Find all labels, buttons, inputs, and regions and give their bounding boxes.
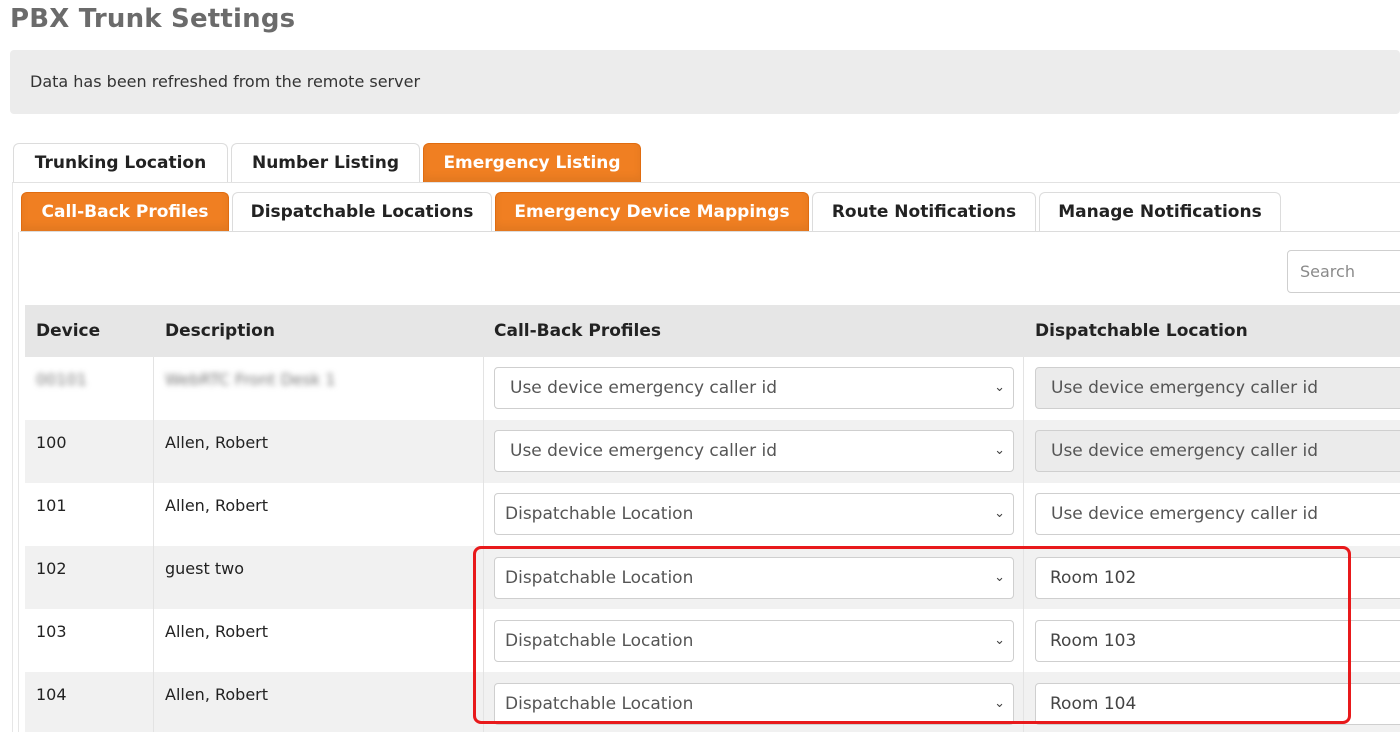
- chevron-down-icon: ⌄: [994, 506, 1005, 521]
- call-back-profile-select[interactable]: Dispatchable Location ⌄: [494, 557, 1014, 599]
- call-back-profile-select[interactable]: Dispatchable Location ⌄: [494, 620, 1014, 662]
- device-description: Allen, Robert: [165, 496, 269, 515]
- subtab-dispatchable-locations[interactable]: Dispatchable Locations: [232, 192, 492, 232]
- chevron-down-icon: ⌄: [994, 380, 1005, 395]
- column-header-call-back-profiles: Call-Back Profiles: [494, 321, 661, 341]
- tab-number-listing[interactable]: Number Listing: [231, 143, 420, 183]
- device-description: Allen, Robert: [165, 685, 269, 704]
- call-back-profile-select[interactable]: Use device emergency caller id ⌄: [494, 367, 1014, 409]
- top-tabs-divider: [12, 182, 1400, 183]
- chevron-down-icon: ⌄: [994, 570, 1005, 585]
- call-back-profile-select[interactable]: Use device emergency caller id ⌄: [494, 430, 1014, 472]
- table-row: 100 Allen, Robert Use device emergency c…: [25, 420, 1400, 483]
- dispatchable-location-input[interactable]: Room 104: [1035, 683, 1400, 725]
- tab-trunking-location[interactable]: Trunking Location: [13, 143, 228, 183]
- column-header-device: Device: [36, 321, 101, 341]
- table-row: 102 guest two Dispatchable Location ⌄ Roo…: [25, 546, 1400, 609]
- dispatchable-location-select: Use device emergency caller id: [1035, 430, 1400, 472]
- device-description: Allen, Robert: [165, 622, 269, 641]
- device-description: Allen, Robert: [165, 433, 269, 452]
- subpanel-border: [18, 232, 19, 732]
- device-id: 00101: [36, 370, 87, 389]
- chevron-down-icon: ⌄: [994, 443, 1005, 458]
- call-back-profile-select[interactable]: Dispatchable Location ⌄: [494, 683, 1014, 725]
- dispatchable-location-input[interactable]: Room 102: [1035, 557, 1400, 599]
- table-row: 00101 WebRTC Front Desk 1 Use device eme…: [25, 357, 1400, 420]
- column-header-description: Description: [165, 321, 275, 341]
- chevron-down-icon: ⌄: [994, 633, 1005, 648]
- sub-tabs-divider: [20, 231, 1400, 232]
- tab-emergency-listing[interactable]: Emergency Listing: [423, 143, 641, 183]
- device-id: 102: [36, 559, 67, 578]
- chevron-down-icon: ⌄: [994, 696, 1005, 711]
- page-title: PBX Trunk Settings: [10, 4, 296, 34]
- subtab-manage-notifications[interactable]: Manage Notifications: [1039, 192, 1281, 232]
- column-header-dispatchable-location: Dispatchable Location: [1035, 321, 1248, 341]
- table-header: Device Description Call-Back Profiles Di…: [25, 305, 1400, 357]
- refresh-notice: Data has been refreshed from the remote …: [10, 50, 1400, 114]
- call-back-profile-select[interactable]: Dispatchable Location ⌄: [494, 493, 1014, 535]
- device-id: 104: [36, 685, 67, 704]
- table-row: 101 Allen, Robert Dispatchable Location ⌄…: [25, 483, 1400, 546]
- device-id: 101: [36, 496, 67, 515]
- subtab-call-back-profiles[interactable]: Call-Back Profiles: [21, 192, 229, 232]
- panel-border: [12, 183, 13, 732]
- subtab-emergency-device-mappings[interactable]: Emergency Device Mappings: [495, 192, 809, 232]
- refresh-notice-text: Data has been refreshed from the remote …: [30, 72, 421, 91]
- search-input[interactable]: [1287, 250, 1400, 293]
- device-description: WebRTC Front Desk 1: [165, 370, 336, 389]
- device-id: 100: [36, 433, 67, 452]
- dispatchable-location-input[interactable]: Room 103: [1035, 620, 1400, 662]
- subtab-route-notifications[interactable]: Route Notifications: [812, 192, 1036, 232]
- device-description: guest two: [165, 559, 244, 578]
- dispatchable-location-select: Use device emergency caller id: [1035, 367, 1400, 409]
- dispatchable-location-select[interactable]: Use device emergency caller id: [1035, 493, 1400, 535]
- table-row: 103 Allen, Robert Dispatchable Location ⌄…: [25, 609, 1400, 672]
- table-row: 104 Allen, Robert Dispatchable Location ⌄…: [25, 672, 1400, 732]
- device-id: 103: [36, 622, 67, 641]
